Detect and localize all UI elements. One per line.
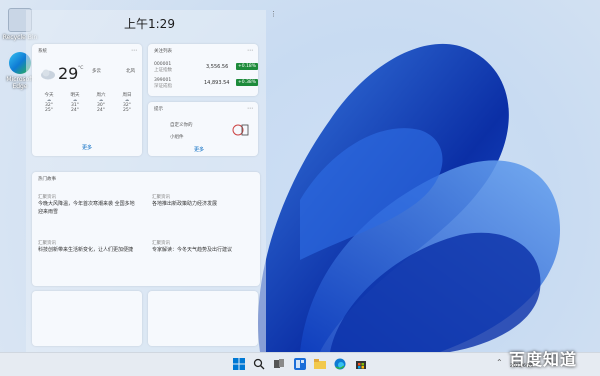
forecast-low: 24° — [71, 108, 79, 113]
news-headline: 专家解读：今冬天气趋势及出行建议 — [152, 247, 233, 253]
news-item-2[interactable]: 汇聚资讯 科技创新带来生活新变化，让人们更加便捷 — [38, 240, 138, 262]
weather-location: 系统 — [38, 49, 47, 54]
tips-widget[interactable]: 提示 ⋯ 自定义你的 小组件 更多 — [148, 102, 258, 156]
widgets-icon[interactable] — [294, 358, 306, 370]
tips-line1: 自定义你的 — [170, 123, 193, 128]
blank-widget-2[interactable] — [148, 291, 258, 346]
stock-change-badge: +0.38% — [236, 79, 259, 86]
forecast-day-0: 今天 ☁ 32° 25° — [38, 92, 60, 113]
widgets-time: 上午1:29 — [124, 17, 175, 31]
weather-unit: °C — [78, 66, 84, 71]
news-widget[interactable]: 热门故事 汇聚资讯 今晚大风降温，今年首次寒潮来袭 全国多地迎来雨雪 汇聚资讯 … — [32, 172, 260, 286]
news-item-3[interactable]: 汇聚资讯 专家解读：今冬天气趋势及出行建议 — [152, 240, 252, 262]
tips-line2: 小组件 — [170, 135, 184, 140]
weather-temperature: 29 — [58, 64, 79, 83]
edge-icon[interactable] — [334, 358, 346, 370]
forecast-day-1: 明天 ☁ 31° 24° — [64, 92, 86, 113]
stocks-widget[interactable]: 关注列表 ⋯ 000001 上证指数 3,556.56 +0.18% 39900… — [148, 44, 259, 96]
forecast-low: 24° — [97, 108, 105, 113]
news-title: 热门故事 — [38, 177, 56, 182]
news-headline: 科技创新带来生活新变化，让人们更加便捷 — [38, 247, 134, 253]
search-icon[interactable] — [253, 358, 265, 370]
stock-row-0[interactable]: 000001 上证指数 3,556.56 +0.18% — [154, 62, 259, 73]
weather-widget[interactable]: 系统 ⋯ 29 °C 多云 北风 今天 ☁ 32° 25° 明天 ☁ 31° 2… — [32, 44, 142, 156]
forecast-day-3: 周日 ☁ 32° 25° — [116, 92, 138, 113]
weather-condition: 多云 — [92, 69, 101, 74]
blank-widget-1[interactable] — [32, 291, 142, 346]
stock-row-1[interactable]: 399001 深证成指 14,893.54 +0.38% — [154, 78, 259, 89]
stocks-more-icon[interactable]: ⋯ — [247, 47, 253, 54]
tips-title: 提示 — [154, 107, 163, 112]
store-icon[interactable] — [355, 358, 367, 370]
weather-more-icon[interactable]: ⋯ — [131, 47, 137, 54]
tips-illustration-icon — [232, 124, 249, 136]
file-explorer-icon[interactable] — [314, 358, 326, 370]
weather-aux: 北风 — [126, 69, 135, 74]
tips-more-icon[interactable]: ⋯ — [247, 105, 253, 112]
stock-value: 14,893.54 — [204, 80, 230, 86]
news-item-0[interactable]: 汇聚资讯 今晚大风降温，今年首次寒潮来袭 全国多地迎来雨雪 — [38, 194, 138, 216]
news-item-1[interactable]: 汇聚资讯 各地推出新政策助力经济发展 — [152, 194, 252, 216]
news-headline: 今晚大风降温，今年首次寒潮来袭 全国多地迎来雨雪 — [38, 201, 135, 215]
tray-chevron-icon[interactable]: ⌃ — [496, 358, 508, 370]
windows-start-icon[interactable] — [233, 358, 245, 370]
forecast-low: 25° — [123, 108, 131, 113]
cloud-icon — [41, 69, 55, 80]
forecast-day-2: 周六 ☁ 30° 24° — [90, 92, 112, 113]
taskbar-date[interactable]: 2021/6/16 — [510, 364, 533, 369]
forecast-row: 今天 ☁ 32° 25° 明天 ☁ 31° 24° 周六 ☁ 30° 24° 周… — [38, 92, 138, 113]
stock-change-badge: +0.18% — [236, 63, 259, 70]
stocks-title: 关注列表 — [154, 49, 172, 54]
tips-more-link[interactable]: 更多 — [194, 146, 204, 153]
weather-more-link[interactable]: 更多 — [82, 144, 92, 151]
news-headline: 各地推出新政策助力经济发展 — [152, 201, 218, 207]
forecast-low: 25° — [45, 108, 53, 113]
widgets-menu-icon[interactable]: ⋮ — [270, 10, 277, 18]
stock-value: 3,556.56 — [206, 64, 229, 70]
task-view-icon[interactable] — [273, 358, 285, 370]
